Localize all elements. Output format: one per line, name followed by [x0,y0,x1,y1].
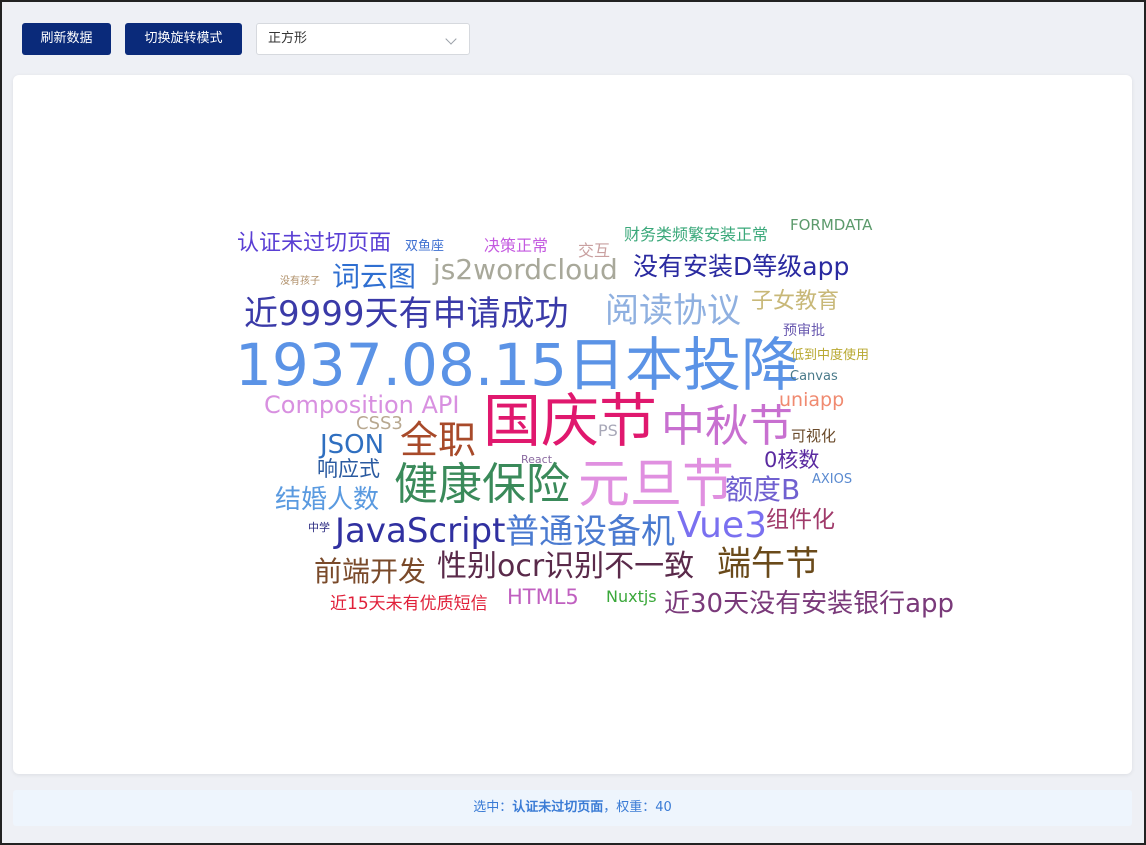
wordcloud-panel: 认证未过切页面 双鱼座 决策正常 交互 财务类频繁安装正常 FORMDATA 没… [13,75,1132,774]
word-决策正常[interactable]: 决策正常 [484,238,548,254]
word-健康保险[interactable]: 健康保险 [394,463,570,507]
status-separator: ，权重： [603,800,656,815]
word-PS[interactable]: PS [598,423,618,439]
word-低到中度使用[interactable]: 低到中度使用 [791,349,869,362]
word-双鱼座[interactable]: 双鱼座 [405,240,444,253]
word-js2wordcloud[interactable]: js2wordcloud [433,256,618,284]
word-近30天没有安装银行app[interactable]: 近30天没有安装银行app [664,591,954,617]
word-结婚人数[interactable]: 结婚人数 [275,487,379,513]
word-组件化[interactable]: 组件化 [766,509,835,532]
wordcloud-canvas: 认证未过切页面 双鱼座 决策正常 交互 财务类频繁安装正常 FORMDATA 没… [13,75,1132,774]
chevron-down-icon [445,33,457,45]
toggle-rotate-mode-button[interactable]: 切换旋转模式 [125,23,242,55]
word-0核数[interactable]: 0核数 [764,450,819,471]
word-前端开发[interactable]: 前端开发 [314,558,426,586]
word-普通设备机[interactable]: 普通设备机 [505,515,675,549]
word-端午节[interactable]: 端午节 [717,547,819,581]
word-FORMDATA[interactable]: FORMDATA [790,218,872,233]
word-近9999天有申请成功[interactable]: 近9999天有申请成功 [244,297,569,331]
status-selected-word: 认证未过切页面 [512,800,604,815]
refresh-data-button[interactable]: 刷新数据 [22,23,111,55]
shape-select-value: 正方形 [268,31,308,46]
word-子女教育[interactable]: 子女教育 [751,291,839,313]
shape-select[interactable]: 正方形 [256,23,470,55]
word-可视化[interactable]: 可视化 [791,429,836,444]
word-Canvas[interactable]: Canvas [790,370,838,383]
word-AXIOS[interactable]: AXIOS [812,473,852,486]
word-词云图[interactable]: 词云图 [332,263,416,291]
word-全职[interactable]: 全职 [400,421,476,459]
word-性别ocr识别不一致[interactable]: 性别ocr识别不一致 [437,552,694,582]
word-认证未过切页面[interactable]: 认证未过切页面 [237,233,391,255]
status-weight: 40 [655,800,672,815]
word-国庆节[interactable]: 国庆节 [483,392,657,450]
app-window: 刷新数据 切换旋转模式 正方形 认证未过切页面 双鱼座 决策正常 交互 财务类频… [0,0,1146,845]
word-元旦节[interactable]: 元旦节 [578,459,734,511]
status-prefix: 选中： [473,800,513,815]
word-JSON[interactable]: JSON [320,432,384,458]
word-中秋节[interactable]: 中秋节 [661,405,793,449]
word-中学[interactable]: 中学 [308,522,330,533]
word-响应式[interactable]: 响应式 [317,459,380,480]
word-HTML5[interactable]: HTML5 [507,587,579,608]
word-1937.08.15日本投降[interactable]: 1937.08.15日本投降 [235,336,799,394]
word-JavaScript[interactable]: JavaScript [335,514,505,548]
word-财务类频繁安装正常[interactable]: 财务类频繁安装正常 [624,227,768,243]
word-Nuxtjs[interactable]: Nuxtjs [606,589,657,605]
word-阅读协议[interactable]: 阅读协议 [605,294,741,328]
word-没有孩子[interactable]: 没有孩子 [280,277,320,287]
word-Vue3[interactable]: Vue3 [677,508,767,544]
selection-status-bar: 选中：认证未过切页面，权重：40 [13,790,1132,826]
word-近15天未有优质短信[interactable]: 近15天未有优质短信 [330,596,488,613]
word-额度B[interactable]: 额度B [725,476,800,504]
word-没有安装D等级app[interactable]: 没有安装D等级app [633,254,849,279]
